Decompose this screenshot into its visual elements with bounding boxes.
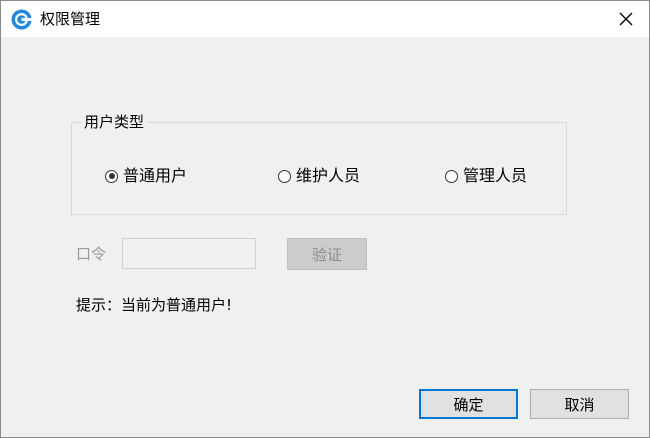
- password-input[interactable]: [122, 238, 256, 269]
- cancel-button[interactable]: 取消: [530, 389, 629, 419]
- window-title: 权限管理: [40, 10, 101, 28]
- title-bar: 权限管理: [1, 1, 649, 37]
- password-label: 口令: [76, 245, 107, 263]
- close-icon: [619, 12, 633, 26]
- app-logo-icon: [11, 9, 32, 30]
- ok-button[interactable]: 确定: [419, 389, 518, 419]
- hint-text: 提示：当前为普通用户!: [76, 296, 233, 314]
- verify-button[interactable]: 验证: [287, 238, 367, 270]
- radio-administrator-label: 管理人员: [463, 166, 528, 185]
- radio-maintenance-staff-label: 维护人员: [296, 166, 361, 185]
- radio-normal-user[interactable]: 普通用户: [105, 166, 187, 186]
- user-type-group-title: 用户类型: [81, 112, 148, 132]
- radio-maintenance-staff[interactable]: 维护人员: [278, 166, 360, 186]
- permission-dialog: 权限管理 用户类型 普通用户 维护人员 管理人员 口令 验证 提示：当前为普通用…: [0, 0, 650, 438]
- radio-unchecked-icon: [445, 169, 458, 183]
- radio-unchecked-icon: [278, 169, 291, 183]
- radio-checked-icon: [105, 169, 118, 183]
- radio-administrator[interactable]: 管理人员: [445, 166, 527, 186]
- close-button[interactable]: [603, 1, 649, 37]
- radio-normal-user-label: 普通用户: [123, 166, 188, 185]
